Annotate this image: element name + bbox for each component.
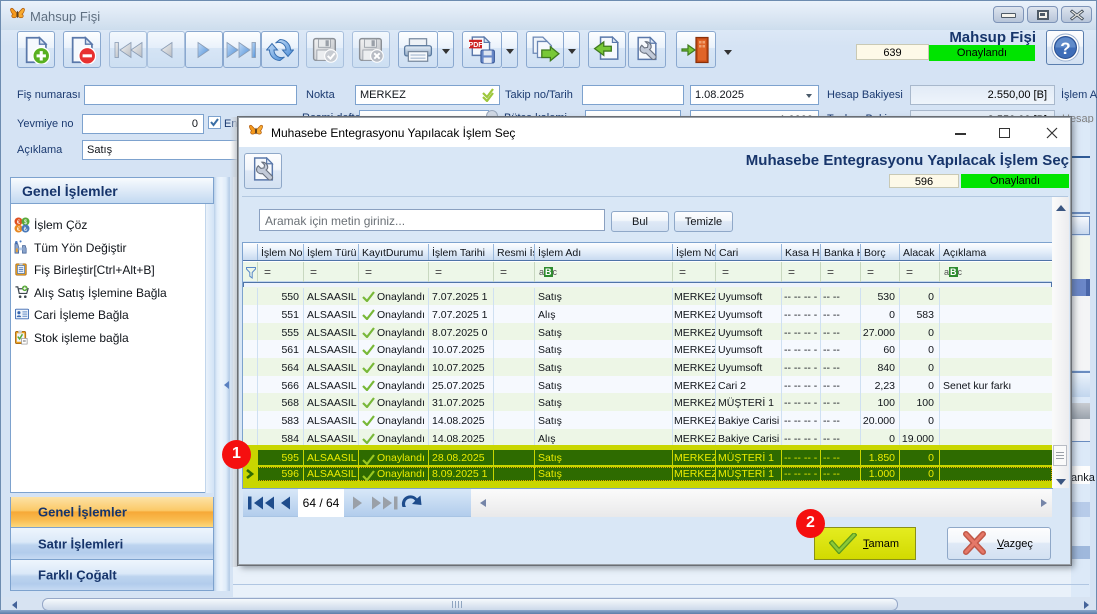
svg-text:₺: ₺ [24,226,28,233]
svg-text:?: ? [1060,39,1070,58]
svg-text:PDF: PDF [469,41,484,48]
